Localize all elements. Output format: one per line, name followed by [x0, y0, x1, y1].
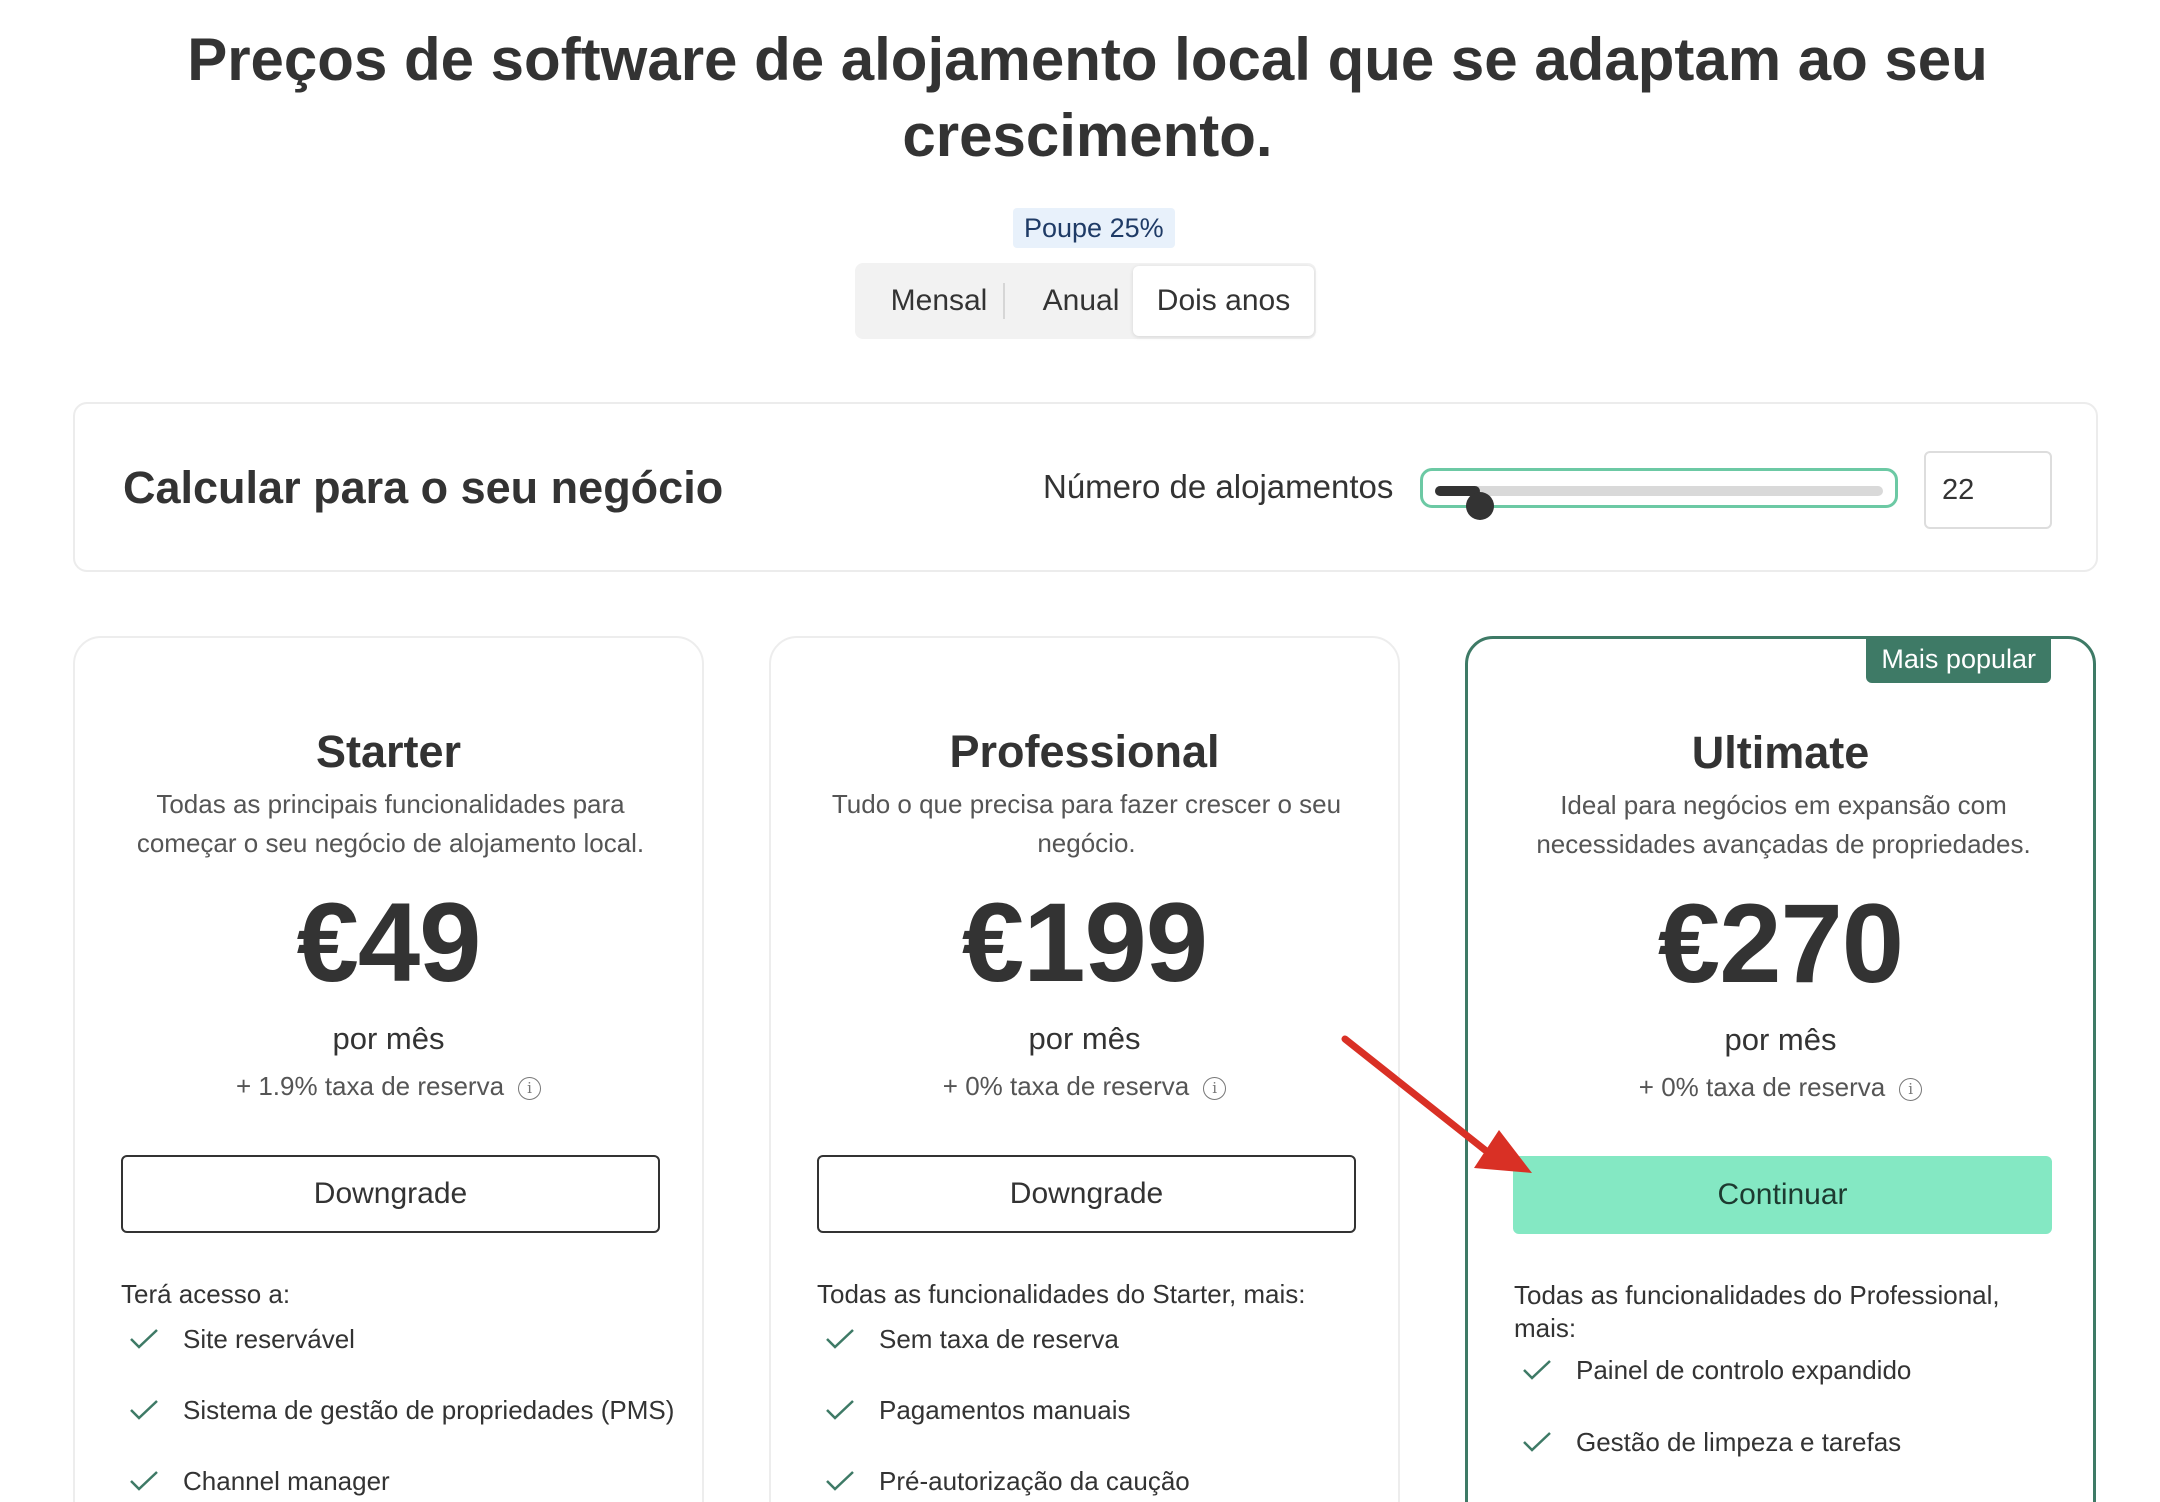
feature-text: Gestão de limpeza e tarefas [1576, 1427, 1902, 1457]
billing-option-dois-anos[interactable]: Dois anos [1133, 266, 1314, 336]
check-icon [826, 1400, 854, 1420]
check-icon [1523, 1432, 1551, 1452]
slider-thumb[interactable] [1465, 492, 1494, 520]
check-icon [130, 1471, 158, 1491]
save-badge: Poupe 25% [1013, 208, 1175, 248]
fee-text: + 0% taxa de reserva [942, 1071, 1190, 1101]
feature-text: Pagamentos manuais [879, 1395, 1131, 1425]
plan-fee: + 0% taxa de reserva i [771, 1071, 1398, 1102]
calculator-title: Calcular para o seu negócio [123, 462, 724, 513]
check-icon [826, 1471, 854, 1491]
feature-text: Site reservável [183, 1324, 355, 1354]
plan-price: €199 [961, 880, 1208, 1005]
check-icon [1523, 1360, 1551, 1380]
info-icon[interactable]: i [1203, 1077, 1227, 1100]
plan-price: €270 [1657, 881, 1904, 1006]
feature-text: Channel manager [183, 1466, 390, 1496]
plan-period: por mês [1724, 1022, 1837, 1057]
units-input[interactable] [1924, 451, 2052, 529]
check-icon [826, 1329, 854, 1349]
fee-text: + 0% taxa de reserva [1638, 1072, 1886, 1102]
features-intro: Terá acesso a: [121, 1279, 291, 1309]
plan-fee: + 1.9% taxa de reserva i [75, 1071, 702, 1102]
billing-option-anual[interactable]: Anual [1015, 263, 1147, 339]
business-calculator: Calcular para o seu negócio Número de al… [73, 402, 2098, 572]
features-intro: Todas as funcionalidades do Professional… [1514, 1280, 2000, 1343]
most-popular-badge: Mais popular [1866, 636, 2051, 683]
downgrade-button[interactable]: Downgrade [121, 1155, 660, 1233]
downgrade-button[interactable]: Downgrade [817, 1155, 1356, 1233]
plan-description: Ideal para negócios em expansão com nece… [1536, 790, 2031, 859]
plan-price: €49 [296, 880, 482, 1005]
plan-name: Starter [315, 726, 462, 777]
units-slider[interactable] [1420, 468, 1898, 520]
plan-description: Todas as principais funcionalidades para… [136, 789, 645, 858]
billing-period-toggle: Mensal Anual Dois anos [855, 263, 1316, 339]
feature-text: Painel de controlo expandido [1576, 1355, 1912, 1385]
plan-fee: + 0% taxa de reserva i [1468, 1072, 2093, 1103]
slider-track [1435, 486, 1883, 520]
fee-text: + 1.9% taxa de reserva [235, 1071, 505, 1101]
check-icon [130, 1400, 158, 1420]
toggle-divider [1003, 283, 1005, 319]
continue-button[interactable]: Continuar [1513, 1156, 2052, 1234]
plan-card-starter: Starter Todas as principais funcionalida… [73, 636, 704, 1502]
plan-period: por mês [1028, 1021, 1141, 1056]
info-icon[interactable]: i [518, 1077, 542, 1100]
features-intro: Todas as funcionalidades do Starter, mai… [817, 1279, 1306, 1309]
plan-name: Ultimate [1691, 727, 1870, 778]
plan-period: por mês [332, 1021, 445, 1056]
feature-text: Sistema de gestão de propriedades (PMS) [183, 1395, 675, 1425]
info-icon[interactable]: i [1899, 1078, 1923, 1101]
feature-text: Sem taxa de reserva [879, 1324, 1119, 1354]
page-title: Preços de software de alojamento local q… [187, 26, 1988, 169]
feature-text: Pré-autorização da caução [879, 1466, 1190, 1496]
billing-option-mensal[interactable]: Mensal [869, 263, 1009, 339]
plan-description: Tudo o que precisa para fazer crescer o … [831, 789, 1342, 858]
plan-card-professional: Professional Tudo o que precisa para faz… [769, 636, 1400, 1502]
check-icon [130, 1329, 158, 1349]
units-label: Número de alojamentos [1043, 468, 1394, 505]
plan-card-ultimate: Mais popular Ultimate Ideal para negócio… [1465, 636, 2096, 1502]
plan-name: Professional [949, 726, 1220, 777]
